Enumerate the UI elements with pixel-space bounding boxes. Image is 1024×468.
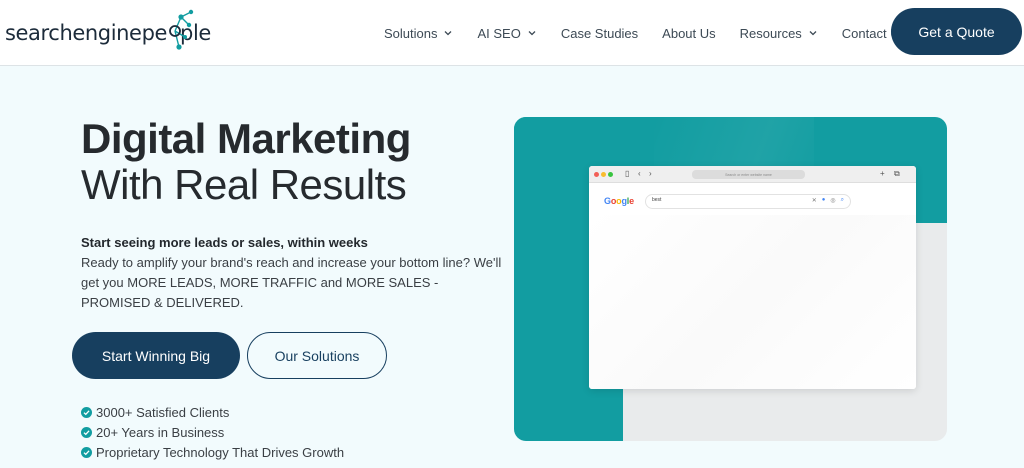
close-dot: [594, 172, 599, 177]
list-item: 3000+ Satisfied Clients: [81, 402, 344, 422]
check-label: Proprietary Technology That Drives Growt…: [96, 444, 345, 460]
main-nav: Solutions AI SEO Case Studies About Us R…: [384, 0, 930, 66]
trust-list: 3000+ Satisfied Clients 20+ Years in Bus…: [81, 402, 344, 462]
google-logo: Google: [604, 196, 634, 206]
sidebar-icon: ▯: [625, 169, 630, 178]
nav-solutions[interactable]: Solutions: [384, 26, 453, 41]
check-circle-icon: [81, 426, 92, 438]
chevron-down-icon: [445, 31, 452, 36]
back-icon: ‹: [638, 169, 641, 178]
list-item: 20+ Years in Business: [81, 422, 344, 442]
search-box-icons: ✕ ● ◎ ⌕: [812, 197, 844, 204]
google-search-box: best ✕ ● ◎ ⌕: [645, 194, 851, 209]
check-label: 20+ Years in Business: [96, 424, 225, 440]
hero-title: Digital Marketing With Real Results: [81, 116, 501, 208]
nav-label: Solutions: [384, 25, 438, 41]
hero-body: Ready to amplify your brand's reach and …: [81, 255, 502, 310]
check-circle-icon: [81, 406, 92, 418]
network-nodes-icon: [169, 9, 194, 50]
minimize-dot: [601, 172, 606, 177]
google-search-area: Google best ✕ ● ◎ ⌕: [589, 183, 916, 215]
check-circle-icon: [81, 446, 92, 458]
hero-title-line2: With Real Results: [81, 161, 407, 208]
search-icon: ⌕: [840, 197, 844, 203]
lens-icon: ◎: [830, 198, 836, 204]
list-item: Proprietary Technology That Drives Growt…: [81, 442, 344, 462]
nav-label: AI SEO: [477, 25, 521, 41]
site-header: searchenginepe ple Solutions AI SEO Case …: [0, 0, 1024, 66]
mic-icon: ●: [821, 197, 826, 203]
url-bar: Search or enter website name: [692, 170, 805, 179]
nav-label: Resources: [739, 25, 802, 41]
search-value: best: [652, 197, 662, 203]
browser-toolbar: ▯ ‹ › Search or enter website name + ⧉: [589, 166, 916, 183]
chevron-down-icon: [809, 31, 817, 36]
hero-description: Start seeing more leads or sales, within…: [81, 233, 511, 313]
clear-icon: ✕: [811, 198, 817, 204]
browser-page-body: [589, 215, 916, 389]
get-a-quote-button[interactable]: Get a Quote: [891, 8, 1022, 55]
nav-case-studies[interactable]: Case Studies: [561, 26, 638, 41]
nav-resources[interactable]: Resources: [740, 26, 818, 41]
tabs-icon: ⧉: [894, 169, 900, 178]
url-placeholder: Search or enter website name: [725, 172, 772, 177]
our-solutions-button[interactable]: Our Solutions: [247, 332, 387, 379]
hero-lead: Start seeing more leads or sales, within…: [81, 235, 368, 250]
forward-icon: ›: [649, 169, 652, 178]
nav-label: About Us: [662, 25, 716, 41]
browser-mockup: ▯ ‹ › Search or enter website name + ⧉ G…: [589, 166, 916, 389]
check-label: 3000+ Satisfied Clients: [96, 404, 230, 420]
logo[interactable]: searchenginepe ple: [5, 9, 211, 54]
nav-about-us[interactable]: About Us: [662, 26, 715, 41]
maximize-dot: [608, 172, 613, 177]
nav-ai-seo[interactable]: AI SEO: [477, 26, 536, 41]
new-tab-icon: +: [880, 169, 885, 178]
start-winning-big-button[interactable]: Start Winning Big: [72, 332, 240, 379]
nav-label: Case Studies: [560, 25, 639, 41]
chevron-down-icon: [528, 31, 536, 36]
hero-title-line1: Digital Marketing: [81, 115, 411, 162]
